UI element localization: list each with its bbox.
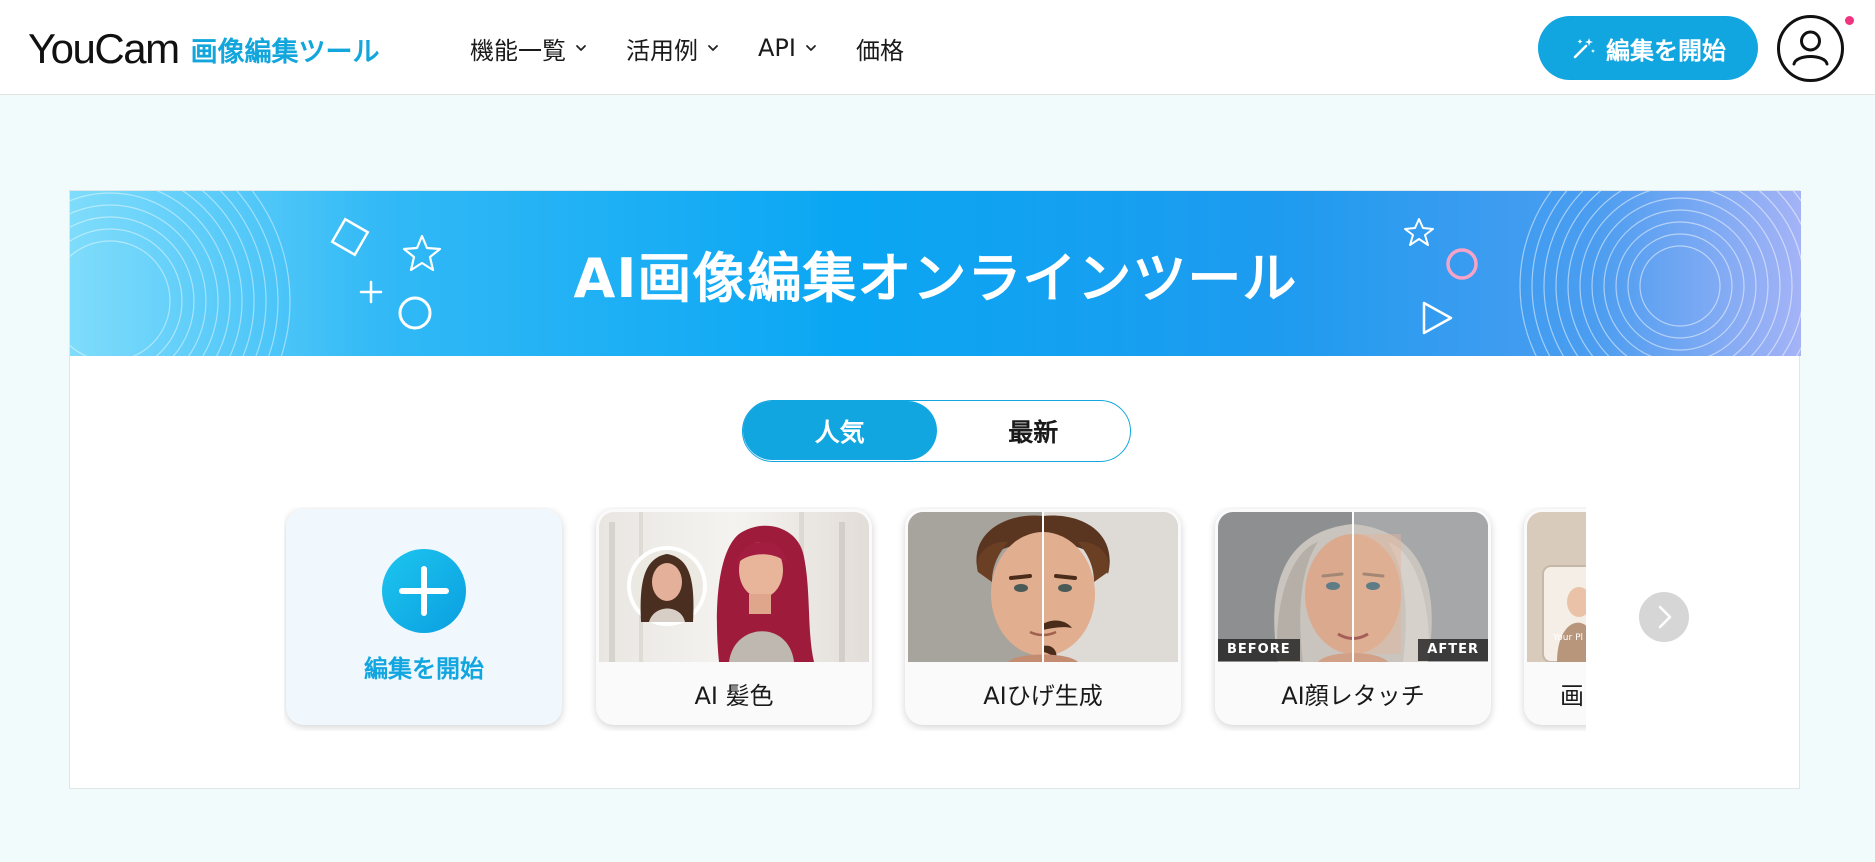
beard-thumbnail — [908, 512, 1178, 662]
tool-card-label: 画 — [1560, 682, 1584, 710]
youcam-logo[interactable]: YouCam 画像編集ツール — [28, 26, 380, 70]
tool-card-ai-beard[interactable]: AIひげ生成 — [905, 509, 1181, 725]
nav-item-label: 機能一覧 — [470, 36, 566, 65]
nav-item-pricing[interactable]: 価格 — [856, 30, 904, 66]
nav-item-label: 価格 — [855, 36, 904, 65]
logo-wordmark: YouCam — [28, 25, 180, 72]
nav-item-label: API — [758, 34, 796, 62]
tab-latest[interactable]: 最新 — [937, 401, 1131, 460]
tool-card-label: AI 髪色 — [694, 682, 774, 710]
site-header: YouCam 画像編集ツール 機能一覧 活用例 API 価格 編集を開始 — [0, 0, 1875, 95]
magic-wand-icon — [1570, 34, 1598, 62]
tab-switcher: 人気 最新 — [742, 400, 1131, 462]
hair-color-thumbnail — [599, 512, 869, 662]
chevron-down-icon — [706, 41, 720, 55]
nav-item-label: 活用例 — [626, 36, 698, 65]
account-button[interactable] — [1777, 15, 1844, 82]
nav-item-api[interactable]: API — [758, 30, 818, 66]
carousel-next-button[interactable] — [1639, 592, 1689, 642]
hero-banner: AI画像編集オンラインツール — [70, 191, 1801, 356]
before-badge: BEFORE — [1218, 639, 1300, 661]
nav-item-features[interactable]: 機能一覧 — [470, 30, 588, 66]
nav-item-use-cases[interactable]: 活用例 — [626, 30, 720, 66]
logo-subtitle: 画像編集ツール — [190, 37, 380, 68]
tool-carousel: 編集を開始 AI 髪色 AIひげ生成 BEFORE AFTER AI顔レタッチ … — [284, 507, 1586, 731]
chevron-down-icon — [804, 41, 818, 55]
start-editing-card-label: 編集を開始 — [364, 655, 484, 683]
plus-icon — [382, 549, 466, 633]
start-editing-label: 編集を開始 — [1606, 36, 1726, 65]
partial-thumbnail-text: Your Pl — [1552, 633, 1583, 643]
tool-card-partial[interactable]: Your Pl 画 — [1524, 509, 1586, 725]
main-nav: 機能一覧 活用例 API 価格 — [470, 30, 942, 66]
tool-card-ai-face-retouch[interactable]: BEFORE AFTER AI顔レタッチ — [1215, 509, 1491, 725]
chevron-down-icon — [574, 41, 588, 55]
tab-popular[interactable]: 人気 — [743, 401, 937, 460]
start-editing-card[interactable]: 編集を開始 — [286, 509, 562, 725]
tool-card-label: AI顔レタッチ — [1281, 682, 1425, 710]
tool-card-label: AIひげ生成 — [983, 682, 1103, 710]
start-editing-button[interactable]: 編集を開始 — [1538, 16, 1758, 80]
notification-dot — [1845, 16, 1854, 25]
banner-title: AI画像編集オンラインツール — [573, 247, 1298, 310]
user-icon — [1792, 30, 1829, 66]
after-badge: AFTER — [1418, 639, 1488, 661]
chevron-right-icon — [1658, 605, 1672, 629]
tool-card-ai-hair-color[interactable]: AI 髪色 — [596, 509, 872, 725]
tools-panel: AI画像編集オンラインツール 人気 最新 編集を開始 AI 髪色 AIひげ生成 … — [69, 190, 1801, 789]
partial-thumbnail: Your Pl — [1527, 512, 1586, 662]
